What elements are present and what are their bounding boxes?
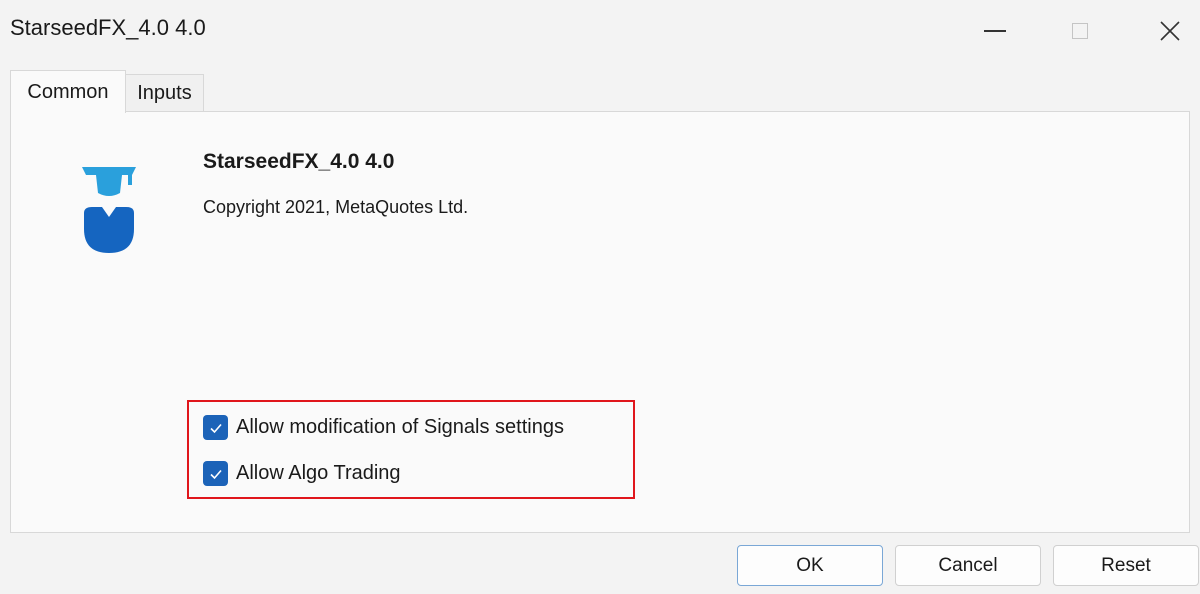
minimize-icon xyxy=(984,30,1006,32)
window-title: StarseedFX_4.0 4.0 xyxy=(10,15,206,40)
checkmark-icon xyxy=(209,423,222,433)
checkmark-icon xyxy=(209,469,222,479)
cancel-button[interactable]: Cancel xyxy=(895,545,1041,586)
allow-signals-modification-label: Allow modification of Signals settings xyxy=(236,416,564,438)
allow-algo-trading-checkbox[interactable] xyxy=(203,461,228,486)
tab-common-label: Common xyxy=(27,80,109,103)
allow-algo-trading-option[interactable]: Allow Algo Trading xyxy=(203,461,401,486)
close-icon xyxy=(1160,21,1180,41)
graduate-icon xyxy=(82,167,136,253)
tab-inputs-label: Inputs xyxy=(137,81,192,104)
allow-signals-modification-checkbox[interactable] xyxy=(203,415,228,440)
reset-button[interactable]: Reset xyxy=(1053,545,1199,586)
close-button[interactable] xyxy=(1130,0,1200,62)
maximize-icon xyxy=(1072,23,1088,39)
tab-common[interactable]: Common xyxy=(10,70,126,113)
expert-name: StarseedFX_4.0 4.0 xyxy=(203,150,395,173)
allow-algo-trading-label: Allow Algo Trading xyxy=(236,462,401,484)
title-bar: StarseedFX_4.0 4.0 xyxy=(0,0,1200,62)
allow-signals-modification-option[interactable]: Allow modification of Signals settings xyxy=(203,415,564,440)
maximize-button[interactable] xyxy=(1040,0,1120,62)
tab-inputs[interactable]: Inputs xyxy=(126,74,204,112)
minimize-button[interactable] xyxy=(955,0,1035,62)
ok-button[interactable]: OK xyxy=(737,545,883,586)
expert-copyright: Copyright 2021, MetaQuotes Ltd. xyxy=(203,197,469,217)
